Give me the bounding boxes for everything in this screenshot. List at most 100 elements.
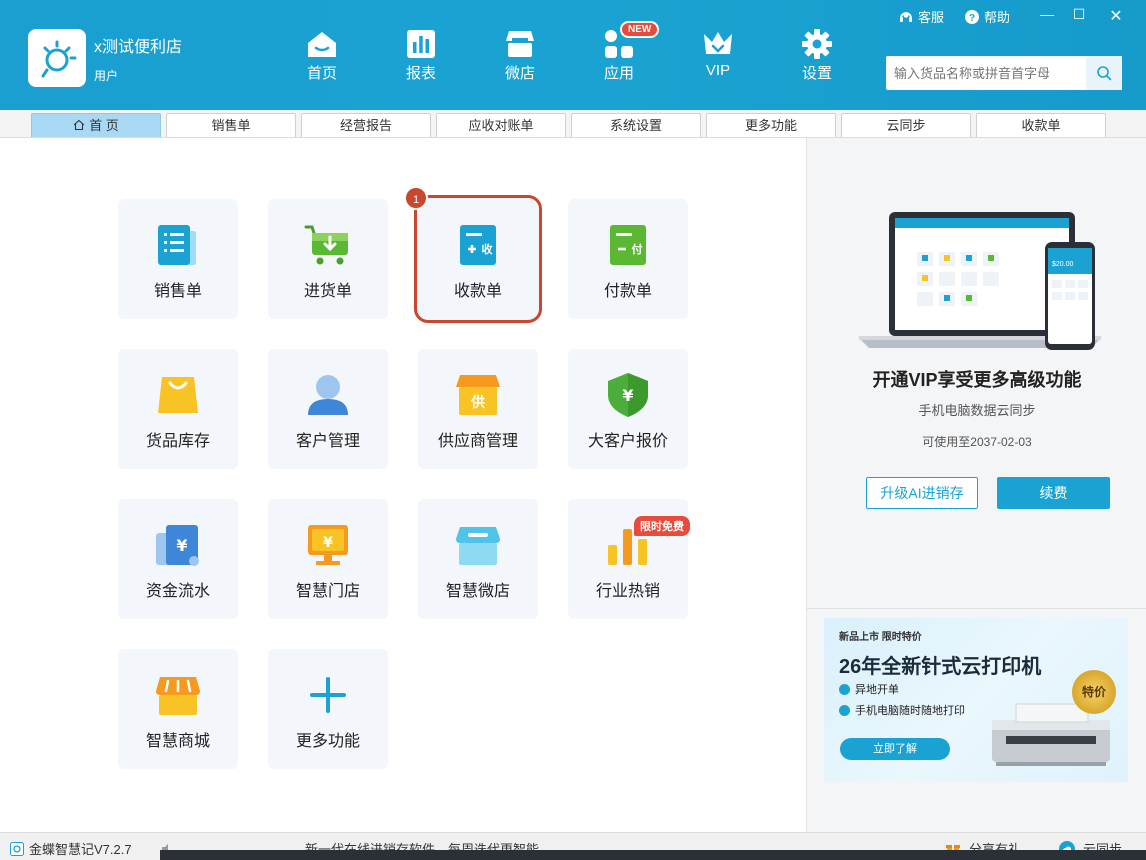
nav-vip[interactable]: VIP — [688, 28, 748, 79]
svg-text:¥: ¥ — [176, 536, 187, 555]
plus-icon — [310, 677, 346, 713]
nav-report[interactable]: 报表 — [391, 28, 451, 83]
special-price-seal: 特价 — [1072, 670, 1116, 714]
receipt-count-badge: 1 — [404, 186, 428, 210]
vip-icon — [704, 32, 732, 54]
card-smart-store-label: 智慧门店 — [295, 583, 360, 600]
ad-feature: 手机电脑随时随地打印 — [839, 702, 965, 718]
card-supplier[interactable]: 供 供应商管理 — [418, 349, 538, 469]
version-text: 金蝶智慧记V7.2.7 — [29, 842, 132, 857]
card-vip-quote-label: 大客户报价 — [587, 433, 668, 450]
maximize-icon[interactable]: ☐ — [1069, 6, 1089, 23]
card-payment[interactable]: 付 付款单 — [568, 199, 688, 319]
help-link[interactable]: 帮助 — [984, 7, 1010, 26]
search-input[interactable] — [886, 56, 1086, 90]
card-cashflow-label: 资金流水 — [145, 583, 210, 600]
check-icon — [839, 683, 850, 695]
panel-divider — [807, 608, 1146, 609]
laptop-phone-illustration: $20.00 — [859, 212, 1101, 350]
card-payment-label: 付款单 — [603, 283, 652, 300]
ad-feature: 异地开单 — [839, 681, 899, 697]
svg-text:付: 付 — [632, 242, 643, 256]
vip-expiry: 可使用至2037-02-03 — [922, 435, 1032, 449]
new-badge: NEW — [620, 21, 660, 38]
card-more-features[interactable]: 更多功能 — [268, 649, 388, 769]
shop-icon — [506, 31, 534, 57]
tab-cloud-sync[interactable]: 云同步 — [841, 113, 971, 137]
tab-bar: 首 页 销售单 经营报告 应收对账单 系统设置 更多功能 云同步 收款单 — [0, 110, 1146, 138]
ad-title: 26年全新针式云打印机 — [839, 656, 1042, 678]
upgrade-ai-button[interactable]: 升级AI进销存 — [866, 477, 978, 509]
headset-icon[interactable] — [898, 9, 914, 25]
card-smart-microshop[interactable]: 智慧微店 — [418, 499, 538, 619]
home-icon — [308, 32, 336, 57]
card-smart-microshop-label: 智慧微店 — [445, 583, 510, 600]
nav-settings-label: 设置 — [801, 65, 832, 82]
card-vip-quote[interactable]: ¥ 大客户报价 — [568, 349, 688, 469]
tab-system-settings[interactable]: 系统设置 — [571, 113, 701, 137]
nav-apps-label: 应用 — [603, 65, 634, 82]
card-inventory-label: 货品库存 — [145, 433, 210, 450]
gear-icon — [802, 29, 832, 59]
search-icon — [1097, 66, 1112, 81]
nav-microshop-label: 微店 — [504, 65, 535, 82]
home-outline-icon — [73, 119, 85, 131]
smart-store-monitor-icon: ¥ — [308, 525, 348, 565]
nav-settings[interactable]: 设置 — [787, 28, 847, 83]
card-more-features-label: 更多功能 — [295, 733, 360, 750]
card-supplier-label: 供应商管理 — [437, 433, 518, 450]
store-name[interactable]: x测试便利店 — [94, 33, 182, 57]
card-smart-mall[interactable]: 智慧商城 — [118, 649, 238, 769]
minimize-icon[interactable]: — — [1037, 6, 1057, 22]
close-icon[interactable]: ✕ — [1106, 6, 1126, 26]
ad-feature-label: 手机电脑随时随地打印 — [855, 705, 965, 717]
inventory-bag-icon — [158, 377, 198, 413]
svg-text:?: ? — [969, 13, 975, 24]
cashflow-icon: ¥ — [156, 525, 199, 566]
app-header: x测试便利店 用户 首页 报表 微店 应用 NEW VIP 设置 客服 ? 帮助… — [0, 0, 1146, 110]
search-button[interactable] — [1086, 56, 1122, 90]
help-icon[interactable]: ? — [964, 9, 980, 25]
tab-business-report[interactable]: 经营报告 — [301, 113, 431, 137]
nav-vip-label: VIP — [705, 62, 731, 79]
tab-sales-order[interactable]: 销售单 — [166, 113, 296, 137]
ad-tag: 新品上市 限时特价 — [839, 632, 922, 643]
card-purchase-order[interactable]: 进货单 — [268, 199, 388, 319]
app-small-icon — [10, 841, 24, 856]
svg-text:供: 供 — [470, 394, 485, 411]
svg-text:收: 收 — [482, 242, 493, 256]
nav-home[interactable]: 首页 — [292, 28, 352, 83]
card-customer[interactable]: 客户管理 — [268, 349, 388, 469]
purchase-cart-icon — [304, 225, 348, 265]
report-icon — [407, 30, 435, 58]
tab-receivable-statement[interactable]: 应收对账单 — [436, 113, 566, 137]
tab-more-features[interactable]: 更多功能 — [706, 113, 836, 137]
card-customer-label: 客户管理 — [295, 433, 360, 450]
receipt-icon: 收 — [460, 225, 496, 265]
tab-receipt[interactable]: 收款单 — [976, 113, 1106, 137]
device-amount-text: $20.00 — [1052, 261, 1074, 268]
vip-title: 开通VIP享受更多高级功能 — [872, 370, 1082, 390]
printer-ad-banner[interactable]: 新品上市 限时特价 26年全新针式云打印机 异地开单 手机电脑随时随地打印 立即… — [824, 618, 1128, 782]
version-info: 金蝶智慧记V7.2.7 — [10, 839, 174, 858]
store-role: 用户 — [94, 69, 119, 83]
service-link[interactable]: 客服 — [918, 7, 944, 26]
card-receipt-label: 收款单 — [453, 283, 502, 300]
card-smart-store[interactable]: ¥ 智慧门店 — [268, 499, 388, 619]
smart-mall-icon — [156, 677, 200, 715]
smart-microshop-icon — [456, 527, 500, 565]
card-sales-order[interactable]: 销售单 — [118, 199, 238, 319]
card-inventory[interactable]: 货品库存 — [118, 349, 238, 469]
check-icon — [839, 704, 850, 716]
sales-order-icon — [158, 225, 196, 265]
nav-microshop[interactable]: 微店 — [490, 28, 550, 83]
tab-home[interactable]: 首 页 — [31, 113, 161, 137]
customer-icon — [308, 375, 348, 415]
card-smart-mall-label: 智慧商城 — [145, 733, 210, 750]
card-hot-sales-label: 行业热销 — [595, 583, 660, 600]
tab-home-label: 首 页 — [89, 118, 119, 133]
card-cashflow[interactable]: ¥ 资金流水 — [118, 499, 238, 619]
learn-more-button[interactable]: 立即了解 — [840, 738, 950, 760]
card-receipt[interactable]: 收 收款单 — [414, 195, 542, 323]
renew-button[interactable]: 续费 — [997, 477, 1110, 509]
